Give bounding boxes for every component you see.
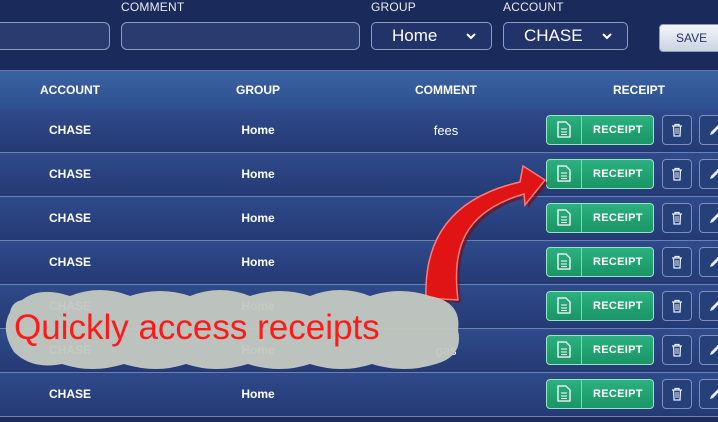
document-icon — [547, 336, 582, 364]
cell-comment: gas — [435, 343, 457, 358]
edit-button[interactable] — [699, 203, 718, 233]
cell-comment: fees — [433, 123, 459, 138]
receipt-button-label: RECEIPT — [593, 124, 643, 136]
header-comment: COMMENT — [415, 83, 477, 97]
document-icon — [547, 292, 582, 320]
receipt-button[interactable]: RECEIPT — [546, 159, 654, 189]
chevron-down-icon — [602, 33, 612, 40]
cell-account: CHASE — [48, 167, 92, 181]
receipt-button-label: RECEIPT — [593, 388, 643, 400]
comment-input[interactable] — [121, 22, 360, 50]
receipt-button-label: RECEIPT — [593, 168, 643, 180]
receipt-button[interactable]: RECEIPT — [546, 291, 654, 321]
table-header: ACCOUNT GROUP COMMENT RECEIPT — [0, 70, 718, 109]
header-receipt: RECEIPT — [612, 83, 666, 97]
table-row: CHASE Home RECEIPT — [0, 197, 718, 241]
receipt-button[interactable]: RECEIPT — [546, 203, 654, 233]
chevron-down-icon — [466, 33, 476, 40]
edit-button[interactable] — [699, 379, 718, 409]
group-select[interactable]: Home — [371, 22, 492, 50]
receipt-button-label: RECEIPT — [593, 300, 643, 312]
cell-group: Home — [241, 211, 275, 225]
cell-group: Home — [241, 255, 275, 269]
delete-button[interactable] — [662, 115, 692, 145]
document-icon — [547, 380, 582, 408]
header-account: ACCOUNT — [40, 83, 100, 97]
table-row: CHASE Home RECEIPT — [0, 373, 718, 417]
cell-account: CHASE — [48, 255, 92, 269]
edit-button[interactable] — [699, 159, 718, 189]
edit-button[interactable] — [699, 335, 718, 365]
receipt-button[interactable]: RECEIPT — [546, 335, 654, 365]
document-icon — [547, 248, 582, 276]
receipt-button[interactable]: RECEIPT — [546, 247, 654, 277]
cell-group: Home — [241, 123, 275, 137]
cell-account: CHASE — [48, 123, 92, 137]
comment-label: COMMENT — [121, 0, 185, 14]
search-input[interactable] — [0, 22, 110, 50]
account-select[interactable]: CHASE — [503, 22, 628, 50]
callout-text: Quickly access receipts — [14, 308, 380, 347]
account-label: ACCOUNT — [503, 0, 564, 14]
account-select-value: CHASE — [524, 26, 583, 45]
group-select-value: Home — [392, 26, 438, 45]
delete-button[interactable] — [662, 291, 692, 321]
delete-button[interactable] — [662, 335, 692, 365]
cell-account: CHASE — [48, 387, 92, 401]
save-button[interactable]: SAVE — [659, 24, 718, 52]
document-icon — [547, 160, 582, 188]
edit-button[interactable] — [699, 115, 718, 145]
table-row: CHASE Home RECEIPT — [0, 153, 718, 197]
delete-button[interactable] — [662, 247, 692, 277]
receipt-button[interactable]: RECEIPT — [546, 115, 654, 145]
table-row: CHASE Home RECEIPT — [0, 241, 718, 285]
document-icon — [547, 204, 582, 232]
receipt-button-label: RECEIPT — [593, 344, 643, 356]
filter-bar: COMMENT GROUP Home ACCOUNT CHASE SAVE — [0, 0, 718, 68]
edit-button[interactable] — [699, 247, 718, 277]
receipt-button-label: RECEIPT — [593, 212, 643, 224]
cell-group: Home — [241, 167, 275, 181]
edit-button[interactable] — [699, 291, 718, 321]
receipt-button-label: RECEIPT — [593, 256, 643, 268]
cell-group: Home — [241, 387, 275, 401]
header-group: GROUP — [235, 83, 281, 97]
delete-button[interactable] — [662, 159, 692, 189]
group-label: GROUP — [371, 0, 417, 14]
cell-account: CHASE — [48, 211, 92, 225]
table-row: CHASE Home fees RECEIPT — [0, 109, 718, 153]
document-icon — [547, 116, 582, 144]
delete-button[interactable] — [662, 203, 692, 233]
delete-button[interactable] — [662, 379, 692, 409]
receipt-button[interactable]: RECEIPT — [546, 379, 654, 409]
